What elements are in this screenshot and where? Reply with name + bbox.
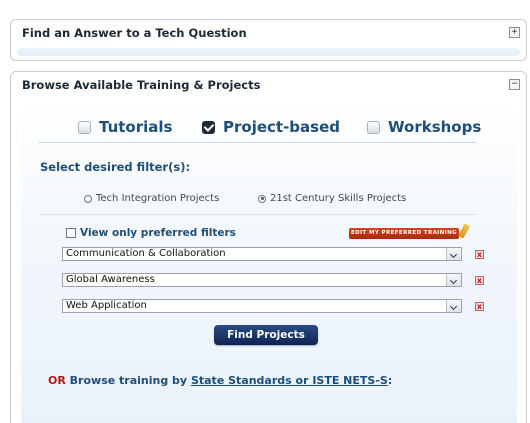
tutorials-label: Tutorials xyxy=(99,118,173,136)
workshops-label: Workshops xyxy=(388,118,482,136)
chevron-down-icon[interactable] xyxy=(446,274,461,286)
select-value: Global Awareness xyxy=(66,274,155,285)
type-project-based[interactable]: Project-based xyxy=(202,116,340,138)
filter-select-3[interactable]: Web Application xyxy=(62,299,462,313)
radio-label: 21st Century Skills Projects xyxy=(270,193,407,204)
standards-link[interactable]: State Standards or ISTE NETS-S xyxy=(191,374,388,387)
find-projects-button[interactable]: Find Projects xyxy=(214,325,318,345)
filter-title: Select desired filter(s): xyxy=(40,160,191,174)
radio-label: Tech Integration Projects xyxy=(96,193,220,204)
preferred-filters-row[interactable]: View only preferred filters xyxy=(66,227,236,239)
training-title[interactable]: Browse Available Training & Projects xyxy=(11,72,526,100)
browse-by-standards: OR Browse training by State Standards or… xyxy=(48,374,392,387)
divider xyxy=(38,142,476,143)
workshops-checkbox[interactable] xyxy=(367,120,380,134)
project-based-label: Project-based xyxy=(223,118,340,136)
remove-filter-3-button[interactable]: x xyxy=(475,302,484,311)
chevron-down-icon[interactable] xyxy=(446,248,461,260)
radio-21st-century[interactable]: 21st Century Skills Projects xyxy=(258,193,406,204)
training-type-row: Tutorials Project-based Workshops xyxy=(40,116,481,140)
collapse-icon[interactable]: − xyxy=(509,79,520,90)
select-value: Communication & Collaboration xyxy=(66,248,226,259)
tech-question-panel: Find an Answer to a Tech Question + xyxy=(10,19,527,61)
edit-preferred-training-button[interactable]: EDIT MY PREFERRED TRAINING xyxy=(349,228,459,239)
browse-text: Browse training by xyxy=(69,374,188,387)
tech-question-title[interactable]: Find an Answer to a Tech Question xyxy=(11,20,526,48)
radio-tech-integration[interactable]: Tech Integration Projects xyxy=(84,193,219,204)
browse-suffix: : xyxy=(387,374,393,387)
tech-question-body xyxy=(17,48,520,56)
remove-filter-2-button[interactable]: x xyxy=(475,276,484,285)
radio-button-selected[interactable] xyxy=(258,194,266,203)
radio-button[interactable] xyxy=(84,194,92,203)
project-based-checkbox[interactable] xyxy=(202,120,215,134)
type-workshops[interactable]: Workshops xyxy=(367,116,481,138)
remove-filter-1-button[interactable]: x xyxy=(475,250,484,259)
filter-select-1[interactable]: Communication & Collaboration xyxy=(62,247,462,261)
divider xyxy=(40,214,476,215)
tutorials-checkbox[interactable] xyxy=(78,120,91,134)
project-filter-radios: Tech Integration Projects 21st Century S… xyxy=(60,193,480,207)
filter-select-2[interactable]: Global Awareness xyxy=(62,273,462,287)
chevron-down-icon[interactable] xyxy=(446,300,461,312)
or-label: OR xyxy=(48,374,66,387)
preferred-filters-checkbox[interactable] xyxy=(66,228,76,238)
preferred-filters-label: View only preferred filters xyxy=(80,227,236,239)
select-value: Web Application xyxy=(66,300,147,311)
expand-icon[interactable]: + xyxy=(509,27,520,38)
type-tutorials[interactable]: Tutorials xyxy=(78,116,172,138)
